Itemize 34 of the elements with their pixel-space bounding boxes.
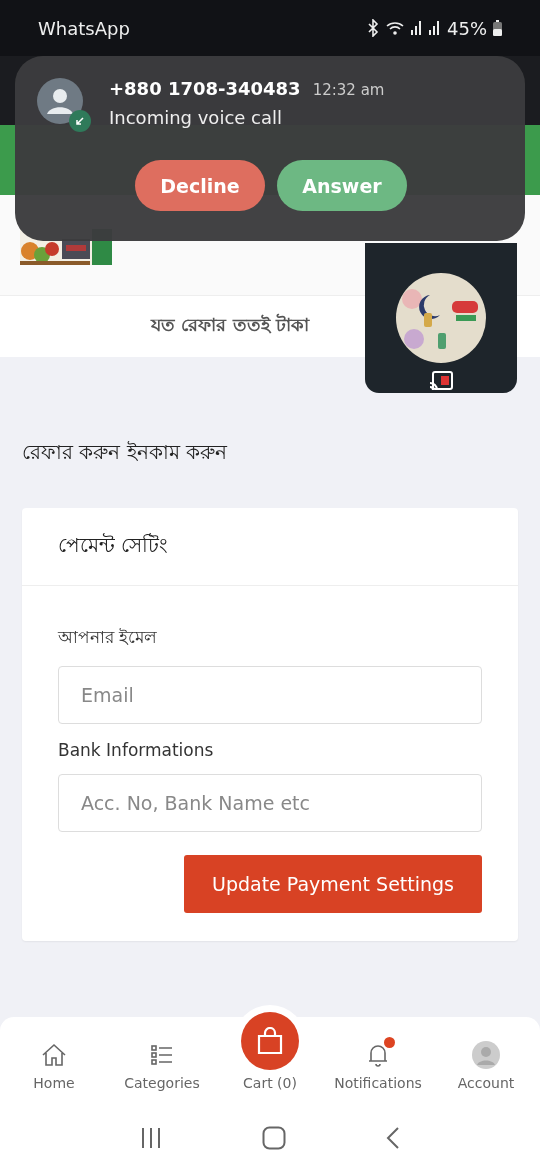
decline-button[interactable]: Decline xyxy=(135,160,265,211)
avatar-icon xyxy=(472,1041,500,1069)
status-app-name: WhatsApp xyxy=(38,17,130,39)
back-icon[interactable] xyxy=(386,1125,400,1150)
card-title: পেমেন্ট সেটিং xyxy=(22,508,518,586)
nav-item[interactable]: Home xyxy=(0,1041,108,1091)
call-message: Incoming voice call xyxy=(109,107,283,128)
list-icon xyxy=(151,1045,173,1065)
bluetooth-icon xyxy=(367,19,379,37)
signal-icon xyxy=(429,21,441,35)
caller-number: +880 1708-340483 xyxy=(109,78,301,99)
home-icon xyxy=(41,1043,67,1067)
field-label: Bank Informations xyxy=(58,740,215,760)
tagline: যত রেফার ততই টাকা xyxy=(151,312,309,337)
battery-icon xyxy=(493,20,502,36)
input-field[interactable]: Email xyxy=(58,666,482,724)
field-label: আপনার ইমেল xyxy=(58,626,159,649)
home-icon[interactable] xyxy=(262,1125,286,1150)
page-heading: রেফার করুন ইনকাম করুন xyxy=(22,439,228,466)
nav-item[interactable]: Categories xyxy=(108,1041,216,1091)
input-field[interactable]: Acc. No, Bank Name etc xyxy=(58,774,482,832)
battery-level: 45% xyxy=(447,17,487,39)
nav-item[interactable]: Cart (0) xyxy=(216,1005,324,1091)
cast-icon[interactable] xyxy=(429,371,453,391)
bell-icon xyxy=(367,1043,389,1067)
update-button[interactable]: Update Payment Settings xyxy=(184,855,482,913)
signal-icon xyxy=(411,21,423,35)
nav-item[interactable]: Account xyxy=(432,1041,540,1091)
recent-apps-icon[interactable] xyxy=(140,1126,162,1149)
call-time: 12:32 am xyxy=(312,81,385,99)
wifi-icon xyxy=(385,20,405,36)
avatar-icon xyxy=(37,78,91,132)
nav-item[interactable]: Notifications xyxy=(324,1041,432,1091)
video-window[interactable] xyxy=(365,243,517,393)
